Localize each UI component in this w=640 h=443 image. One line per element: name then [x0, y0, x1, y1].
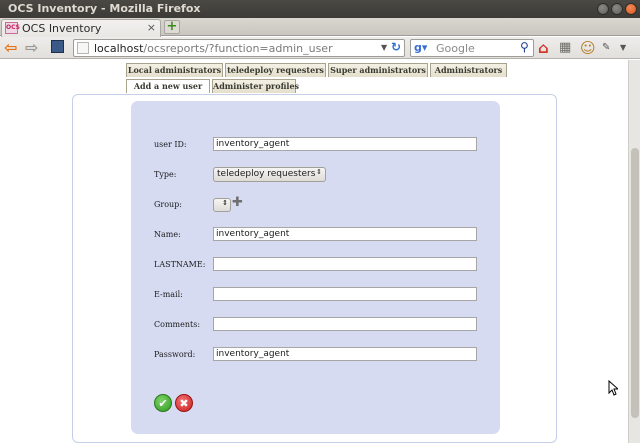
forward-arrow-icon[interactable]: ⇨: [25, 38, 38, 58]
google-engine-icon[interactable]: g▾: [414, 41, 427, 54]
select-arrows-icon: ⇕: [316, 168, 322, 176]
ocs-favicon-icon: OCS: [5, 22, 20, 34]
add-group-plus-icon[interactable]: ✚: [232, 196, 243, 210]
window-titlebar: OCS Inventory - Mozilla Firefox: [0, 0, 640, 18]
email-input[interactable]: [213, 287, 477, 301]
email-label: E-mail:: [154, 290, 183, 299]
url-bar[interactable]: localhost/ocsreports/?function=admin_use…: [73, 39, 405, 57]
browser-tab[interactable]: OCS OCS Inventory ×: [1, 19, 161, 37]
lastname-input[interactable]: [213, 257, 477, 271]
mouse-cursor-icon: [608, 380, 618, 396]
select-arrows-icon: ⇕: [222, 199, 228, 207]
toolbar-dropdown-icon[interactable]: ▼: [620, 38, 626, 58]
browser-tab-strip: OCS OCS Inventory ×: [0, 18, 640, 37]
tab-teledeploy-requesters[interactable]: teledeploy requesters: [225, 63, 326, 77]
close-window-button[interactable]: [625, 3, 637, 15]
password-label: Password:: [154, 350, 196, 359]
bookmark-page-icon[interactable]: [51, 40, 64, 53]
comments-label: Comments:: [154, 320, 201, 329]
submit-button[interactable]: ✔: [154, 394, 172, 412]
downloads-icon[interactable]: ▦: [559, 38, 571, 58]
browser-tab-title: OCS Inventory: [22, 22, 102, 35]
window-title: OCS Inventory - Mozilla Firefox: [8, 2, 201, 15]
reload-icon[interactable]: ↻: [391, 40, 401, 54]
comments-input[interactable]: [213, 317, 477, 331]
checkmark-icon: ✔: [158, 397, 168, 410]
lastname-label: LASTNAME:: [154, 260, 206, 269]
scrollbar-thumb[interactable]: [631, 148, 639, 418]
tab-administrators[interactable]: Administrators: [430, 63, 507, 77]
new-tab-button[interactable]: +: [164, 20, 180, 34]
url-history-dropdown-icon[interactable]: ▼: [381, 43, 387, 52]
search-bar[interactable]: g▾ Google ⚲: [410, 39, 534, 57]
group-label: Group:: [154, 200, 182, 209]
vertical-scrollbar[interactable]: [628, 60, 640, 443]
maximize-window-button[interactable]: [611, 3, 623, 15]
close-icon: ✖: [179, 397, 189, 410]
user-id-input[interactable]: inventory_agent: [213, 137, 477, 151]
search-icon[interactable]: ⚲: [520, 40, 529, 54]
name-input[interactable]: inventory_agent: [213, 227, 477, 241]
navigation-toolbar: ⇦ ⇨ localhost/ocsreports/?function=admin…: [0, 37, 640, 59]
tab-local-administrators[interactable]: Local administrators: [126, 63, 223, 77]
password-input[interactable]: inventory_agent: [213, 347, 477, 361]
tab-administer-profiles[interactable]: Administer profiles: [212, 79, 299, 93]
type-select[interactable]: teledeploy requesters ⇕: [213, 167, 326, 182]
tab-add-new-user[interactable]: Add a new user: [126, 79, 210, 93]
back-arrow-icon[interactable]: ⇦: [4, 38, 17, 58]
group-select[interactable]: ⇕: [213, 198, 231, 212]
site-identity-icon[interactable]: [77, 42, 89, 54]
addon-tools-icon[interactable]: ✎: [602, 38, 610, 58]
type-select-value: teledeploy requesters: [217, 169, 316, 179]
type-label: Type:: [154, 170, 177, 179]
addon-monkey-icon[interactable]: ☺: [580, 38, 596, 58]
home-icon[interactable]: ⌂: [538, 38, 549, 58]
minimize-window-button[interactable]: [597, 3, 609, 15]
close-tab-icon[interactable]: ×: [147, 21, 156, 34]
cancel-button[interactable]: ✖: [175, 394, 193, 412]
tab-super-administrators[interactable]: Super administrators: [328, 63, 428, 77]
url-text[interactable]: localhost/ocsreports/?function=admin_use…: [94, 42, 333, 55]
name-label: Name:: [154, 230, 181, 239]
user-id-label: user ID:: [154, 140, 187, 149]
search-placeholder: Google: [436, 42, 475, 55]
